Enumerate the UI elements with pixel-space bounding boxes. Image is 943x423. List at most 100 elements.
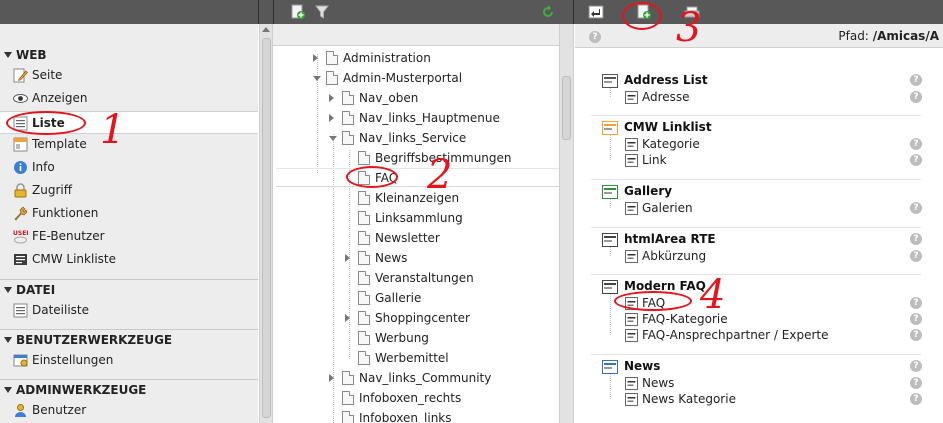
faq-icon[interactable] <box>602 280 618 294</box>
help-icon[interactable]: ? <box>910 377 922 389</box>
help-icon[interactable]: ? <box>589 31 601 43</box>
expand-arrow-icon[interactable] <box>329 94 334 102</box>
module-item-einstellungen[interactable]: Einstellungen <box>0 349 258 372</box>
tree-node-label[interactable]: Linksammlung <box>375 208 463 228</box>
page-icon[interactable] <box>358 351 370 365</box>
module-menu-scrollbar[interactable] <box>259 24 273 423</box>
tree-node[interactable]: Infoboxen_links <box>327 408 543 423</box>
tree-node-label[interactable]: Administration <box>343 48 431 68</box>
gallery-icon[interactable] <box>602 185 618 199</box>
tree-node-label[interactable]: Infoboxen_rechts <box>359 388 461 408</box>
page-icon[interactable] <box>358 231 370 245</box>
collapse-arrow-icon[interactable] <box>329 136 337 141</box>
tree-node-label[interactable]: Werbemittel <box>375 348 449 368</box>
tree-node[interactable]: Linksammlung <box>343 208 543 228</box>
address-icon[interactable] <box>625 91 638 104</box>
scrollbar-thumb[interactable] <box>262 38 271 418</box>
tree-node[interactable]: Admin-Musterportal <box>311 68 543 88</box>
help-icon[interactable]: ? <box>910 329 922 341</box>
category-icon[interactable] <box>625 138 638 151</box>
rte-icon[interactable] <box>602 233 618 247</box>
tree-node-label[interactable]: Veranstaltungen <box>375 268 474 288</box>
tree-node[interactable]: Shoppingcenter <box>343 308 543 328</box>
module-item-benutzer[interactable]: Benutzer <box>0 399 258 422</box>
collapse-arrow-icon[interactable] <box>313 76 321 81</box>
page-icon[interactable] <box>342 411 354 423</box>
page-icon[interactable] <box>358 211 370 225</box>
help-icon[interactable]: ? <box>910 91 922 103</box>
filter-icon[interactable] <box>314 4 330 20</box>
page-icon[interactable] <box>342 391 354 405</box>
page-icon[interactable] <box>358 151 370 165</box>
page-icon[interactable] <box>326 71 338 85</box>
tree-node-label[interactable]: Nav_links_Community <box>359 368 491 388</box>
module-item-anzeigen[interactable]: Anzeigen <box>0 87 258 110</box>
page-icon[interactable] <box>358 291 370 305</box>
expand-arrow-icon[interactable] <box>313 54 318 62</box>
tree-node-label[interactable]: Shoppingcenter <box>375 308 470 328</box>
page-icon[interactable] <box>358 311 370 325</box>
section-benutzerwerkzeuge[interactable]: BENUTZERWERKZEUGE <box>0 330 258 350</box>
record-group-title[interactable]: htmlArea RTE <box>624 232 716 246</box>
page-tree-scrollbar[interactable] <box>559 24 574 423</box>
refresh-icon[interactable] <box>540 4 556 20</box>
tree-node-label[interactable]: Newsletter <box>375 228 440 248</box>
address-list-icon[interactable] <box>602 74 618 88</box>
tree-node[interactable]: Gallerie <box>343 288 543 308</box>
section-web[interactable]: WEB <box>0 45 258 65</box>
page-icon[interactable] <box>342 371 354 385</box>
help-icon[interactable]: ? <box>910 297 922 309</box>
help-icon[interactable]: ? <box>910 74 922 86</box>
news-item-icon[interactable] <box>625 377 638 390</box>
galleries-icon[interactable] <box>625 202 638 215</box>
tree-node[interactable]: Nav_oben <box>327 88 543 108</box>
tree-node[interactable]: Nav_links_Hauptmenue <box>327 108 543 128</box>
tree-node-label[interactable]: Nav_links_Service <box>359 128 466 148</box>
tree-node-label[interactable]: Admin-Musterportal <box>343 68 462 88</box>
help-icon[interactable]: ? <box>910 138 922 150</box>
page-icon[interactable] <box>342 131 354 145</box>
new-record-link[interactable]: Galerien <box>642 201 693 215</box>
module-item-template[interactable]: Template <box>0 133 258 156</box>
tree-node[interactable]: Werbung <box>343 328 543 348</box>
tree-node[interactable]: Werbemittel <box>343 348 543 368</box>
link-icon[interactable] <box>625 154 638 167</box>
news-icon[interactable] <box>602 360 618 374</box>
module-item-funktionen[interactable]: Funktionen <box>0 202 258 225</box>
expand-arrow-icon[interactable] <box>345 254 350 262</box>
tree-node-label[interactable]: Infoboxen_links <box>359 408 452 423</box>
record-group-title[interactable]: Address List <box>624 73 708 87</box>
section-datei[interactable]: DATEI <box>0 280 258 300</box>
page-icon[interactable] <box>358 251 370 265</box>
scroll-up-arrow-icon[interactable] <box>262 27 270 32</box>
faq-category-icon[interactable] <box>625 313 638 326</box>
tree-node[interactable]: Veranstaltungen <box>343 268 543 288</box>
page-icon[interactable] <box>342 111 354 125</box>
module-item-dateiliste[interactable]: Dateiliste <box>0 299 258 322</box>
new-record-link[interactable]: Link <box>642 153 667 167</box>
page-icon[interactable] <box>342 91 354 105</box>
faq-expert-icon[interactable] <box>625 329 638 342</box>
module-item-cmw-linkliste[interactable]: CMW Linkliste <box>0 248 258 271</box>
help-icon[interactable]: ? <box>910 154 922 166</box>
new-record-link[interactable]: Abkürzung <box>642 249 706 263</box>
new-record-link[interactable]: News Kategorie <box>642 392 736 406</box>
new-record-link[interactable]: Kategorie <box>642 137 700 151</box>
news-category-icon[interactable] <box>625 393 638 406</box>
help-icon[interactable]: ? <box>910 250 922 262</box>
tree-node-label[interactable]: News <box>375 248 407 268</box>
module-item-zugriff[interactable]: Zugriff <box>0 179 258 202</box>
section-adminwerkzeuge[interactable]: ADMINWERKZEUGE <box>0 380 258 400</box>
tree-node-label[interactable]: Nav_links_Hauptmenue <box>359 108 500 128</box>
help-icon[interactable]: ? <box>910 233 922 245</box>
expand-arrow-icon[interactable] <box>329 374 334 382</box>
help-icon[interactable]: ? <box>910 393 922 405</box>
tree-node-label[interactable]: Werbung <box>375 328 429 348</box>
module-item-seite[interactable]: Seite <box>0 64 258 87</box>
back-icon[interactable] <box>588 4 604 20</box>
tree-node[interactable]: Administration <box>311 48 543 68</box>
module-item-fe-benutzer[interactable]: USER FE-Benutzer <box>0 225 258 248</box>
tree-node[interactable]: Nav_links_Community <box>327 368 543 388</box>
cmw-linklist-icon[interactable] <box>602 121 618 135</box>
page-icon[interactable] <box>358 331 370 345</box>
